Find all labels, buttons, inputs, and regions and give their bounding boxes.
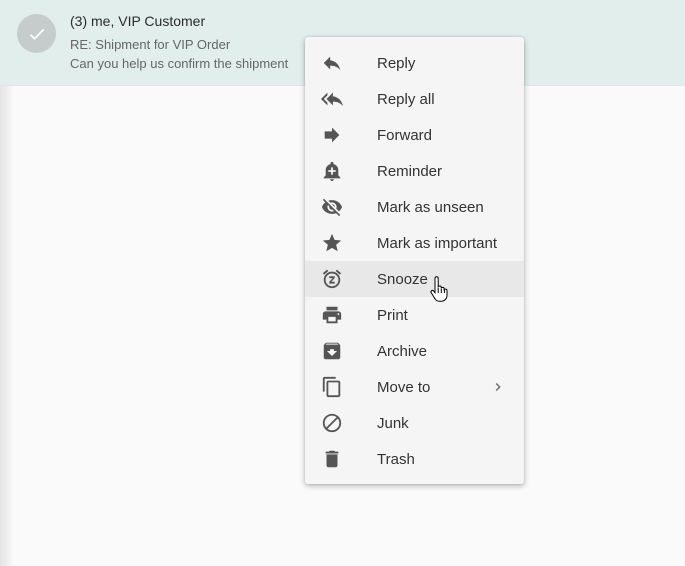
chevron-right-icon [490,379,506,395]
printer-icon [321,304,343,326]
email-subject: RE: Shipment for VIP Order [70,37,231,52]
menu-item-reminder[interactable]: Reminder [305,153,524,189]
context-menu: Reply Reply all Forward Reminder Mark as… [305,37,524,484]
menu-item-label: Print [377,307,408,324]
star-icon [321,232,343,254]
trash-icon [321,448,343,470]
menu-item-label: Snooze [377,271,428,288]
email-sender: (3) me, VIP Customer [70,13,206,29]
reply-icon [321,52,343,74]
eye-off-icon [321,196,343,218]
menu-item-label: Move to [377,379,431,396]
check-icon [29,28,44,40]
menu-item-junk[interactable]: Junk [305,405,524,441]
menu-item-reply[interactable]: Reply [305,45,524,81]
menu-item-print[interactable]: Print [305,297,524,333]
menu-item-label: Reply all [377,91,435,108]
bell-plus-icon [321,160,343,182]
menu-item-label: Mark as important [377,235,498,252]
email-preview: Can you help us confirm the shipment [70,56,289,71]
block-icon [321,412,343,434]
menu-item-label: Reply [377,55,416,72]
archive-icon [321,340,343,362]
menu-item-mark-unseen[interactable]: Mark as unseen [305,189,524,225]
menu-item-label: Junk [377,415,409,432]
menu-item-label: Archive [377,343,428,360]
menu-item-forward[interactable]: Forward [305,117,524,153]
snooze-alarm-icon [321,268,343,290]
menu-item-mark-important[interactable]: Mark as important [305,225,524,261]
reply-all-icon [321,88,343,110]
menu-item-label: Trash [377,451,415,468]
menu-item-archive[interactable]: Archive [305,333,524,369]
menu-item-reply-all[interactable]: Reply all [305,81,524,117]
forward-icon [321,124,343,146]
selected-checkmark-avatar[interactable] [17,14,56,53]
menu-item-label: Reminder [377,163,443,180]
menu-item-label: Mark as unseen [377,199,484,216]
left-panel-shadow [0,86,14,566]
menu-item-label: Forward [377,127,433,144]
copy-icon [321,376,343,398]
menu-item-trash[interactable]: Trash [305,441,524,477]
menu-item-snooze[interactable]: Snooze [305,261,524,297]
menu-item-move-to[interactable]: Move to [305,369,524,405]
